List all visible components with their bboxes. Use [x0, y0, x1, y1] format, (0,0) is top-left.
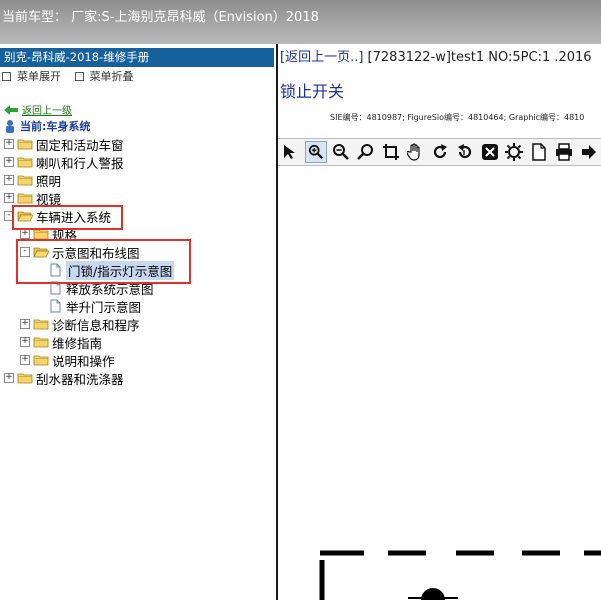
print-icon[interactable] — [554, 141, 575, 163]
pointer-icon[interactable] — [280, 141, 301, 163]
return-previous-page-link[interactable]: [返回上一页..] — [280, 50, 363, 65]
tree-item-label: 固定和活动车窗 — [36, 137, 124, 153]
back-arrow-icon — [4, 104, 18, 115]
fit-icon[interactable] — [479, 141, 500, 163]
diagram-drawing — [319, 550, 601, 600]
tree-item-label: 诊断信息和程序 — [52, 317, 140, 333]
rotate-left-icon[interactable] — [455, 141, 476, 163]
folder-icon — [17, 193, 33, 204]
rotate-right-icon[interactable] — [430, 141, 451, 163]
tree-item-label: 维修指南 — [52, 335, 103, 351]
crop-icon[interactable] — [380, 141, 401, 163]
menu-toggle-row: 菜单展开 菜单折叠 — [2, 68, 144, 84]
magnify-icon[interactable] — [356, 141, 377, 163]
manual-navigation-panel: 别克-昂科威-2018-维修手册 菜单展开 菜单折叠 返回上一级 当前:车身系统… — [0, 44, 277, 600]
person-icon — [6, 120, 14, 133]
tree-item[interactable]: + 照明 — [4, 171, 61, 189]
document-meta: SIE编号：4810987; FigureSio编号：4810464; Grap… — [330, 113, 585, 122]
folder-icon — [17, 157, 33, 168]
folder-icon — [33, 319, 49, 330]
tree-item-label: 喇叭和行人警报 — [36, 155, 124, 171]
folder-icon — [33, 355, 49, 366]
tree-item-label: 举升门示意图 — [66, 299, 142, 315]
back-link[interactable]: 返回上一级 — [4, 102, 72, 117]
expand-node-icon[interactable]: + — [20, 355, 30, 365]
expand-node-icon[interactable]: + — [4, 373, 14, 383]
tree-item[interactable]: + 刮水器和洗涤器 — [4, 369, 124, 387]
tree-item[interactable]: + 说明和操作 — [20, 351, 115, 369]
zoom-out-icon[interactable] — [331, 141, 352, 163]
current-model-title: 当前车型： 厂家:S-上海别克昂科威（Envision）2018 — [2, 10, 319, 25]
manual-title: 别克-昂科威-2018-维修手册 — [0, 48, 274, 67]
title-bar: 当前车型： 厂家:S-上海别克昂科威（Envision）2018 — [0, 0, 601, 44]
tree-item-label: 说明和操作 — [52, 353, 115, 369]
expand-node-icon[interactable]: + — [20, 229, 30, 239]
tree-item-label: 刮水器和洗涤器 — [36, 371, 124, 387]
expand-menu-label: 菜单展开 — [17, 70, 61, 83]
collapse-menu-icon — [74, 71, 84, 81]
tree-item[interactable]: 举升门示意图 — [38, 297, 141, 315]
tree-item[interactable]: + 诊断信息和程序 — [20, 315, 140, 333]
current-section-label: 当前:车身系统 — [20, 120, 91, 133]
tree-item[interactable]: + 维修指南 — [20, 333, 102, 351]
folder-icon — [17, 175, 33, 186]
collapse-menu-button[interactable]: 菜单折叠 — [74, 68, 134, 84]
folder-icon — [17, 373, 33, 384]
folder-icon — [17, 139, 33, 150]
expand-menu-button[interactable]: 菜单展开 — [2, 68, 61, 84]
diagram-canvas[interactable] — [278, 166, 601, 600]
highlight-box-diagrams — [16, 239, 191, 284]
next-icon[interactable] — [578, 141, 599, 163]
document-title: 锁止开关 — [280, 82, 345, 101]
current-section: 当前:车身系统 — [4, 118, 90, 134]
tree-item-label: 照明 — [36, 173, 62, 189]
highlight-box-vehicle-access — [12, 205, 123, 230]
folder-icon — [33, 337, 49, 348]
settings-icon[interactable] — [504, 141, 525, 163]
expand-node-icon[interactable]: + — [4, 139, 14, 149]
document-icon — [50, 299, 61, 313]
expand-node-icon[interactable]: + — [4, 175, 14, 185]
expand-node-icon[interactable]: + — [20, 337, 30, 347]
diagram-toolbar — [278, 138, 601, 166]
expand-node-icon[interactable]: + — [4, 157, 14, 167]
document-breadcrumb: [返回上一页..] [7283122-w]test1 NO:5PC:1 .201… — [280, 46, 592, 65]
expand-node-icon[interactable]: + — [20, 319, 30, 329]
zoom-in-icon[interactable] — [304, 141, 327, 163]
pan-hand-icon[interactable] — [405, 141, 426, 163]
tree-item[interactable]: + 固定和活动车窗 — [4, 135, 124, 153]
document-id: [7283122-w]test1 NO:5PC:1 .2016 — [363, 50, 592, 65]
back-link-label: 返回上一级 — [22, 106, 72, 117]
page-icon[interactable] — [529, 141, 550, 163]
expand-node-icon[interactable]: + — [4, 193, 14, 203]
collapse-menu-label: 菜单折叠 — [89, 70, 134, 83]
expand-menu-icon — [2, 71, 11, 81]
tree-item[interactable]: + 喇叭和行人警报 — [4, 153, 124, 171]
document-viewer: [返回上一页..] [7283122-w]test1 NO:5PC:1 .201… — [278, 44, 601, 600]
